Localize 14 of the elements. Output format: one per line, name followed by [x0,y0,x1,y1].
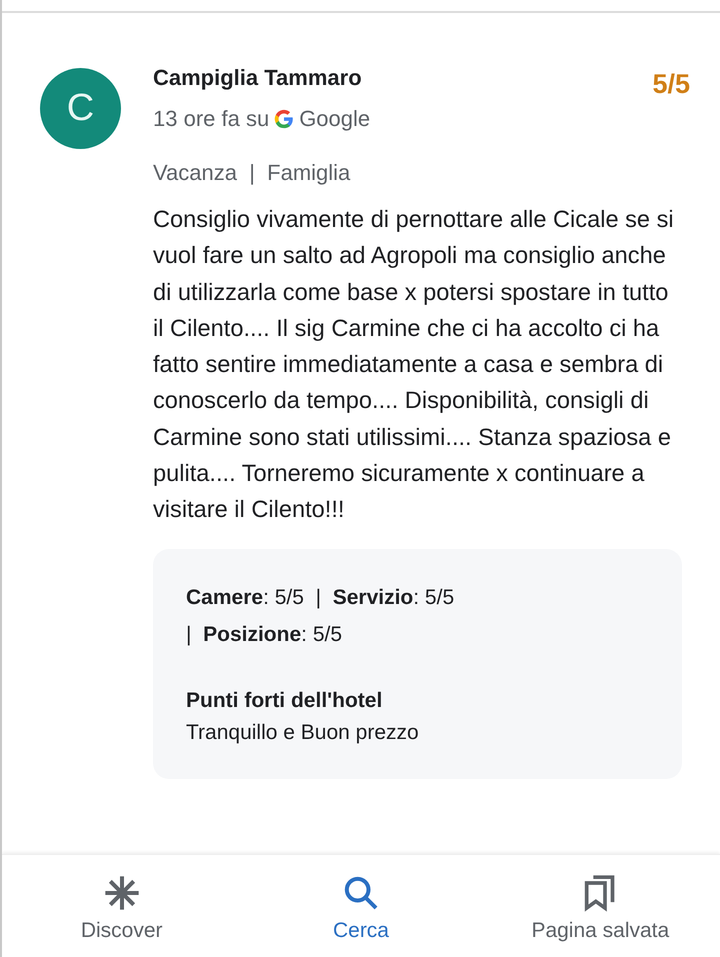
author-name: Campiglia Tammaro [153,65,362,91]
highlights-text: Tranquillo e Buon prezzo [186,720,420,745]
nav-tab[interactable]: Pagina salvata [480,855,720,957]
rating: 5/5 [652,69,690,100]
review-source: Google [299,106,370,132]
nav-tab[interactable]: Cerca [241,855,481,957]
category-ratings: Camere: 5/5 | Servizio: 5/5 | Posizione: 5/5 [186,584,456,648]
review-text: Consiglio vivamente di pernottare alle Cicale se si vuol fare un salto ad Agropoli ma consiglio anche di utilizzarla come base x potersi spostare in tutto il Cilento.... Il sig Carmine che ci ha accolto ci ha fatto sentire immediatamente a casa e sembra di conoscerlo da tempo.... Disponibilità, consigli di Carmine sono stati utilissimi.... Stanza spaziosa e pulita.... Torneremo sicuramente x continuare a visitare il Cilento!!! [153,206,675,526]
trip-tags: Vacanza | Famiglia [153,160,682,186]
highlights-title: Punti forti dell'hotel [186,688,384,713]
google-logo-icon [273,108,296,130]
review-time: 13 ore fa su [153,106,270,132]
nav-tab[interactable]: Discover [2,855,242,957]
avatar: C [40,68,121,149]
